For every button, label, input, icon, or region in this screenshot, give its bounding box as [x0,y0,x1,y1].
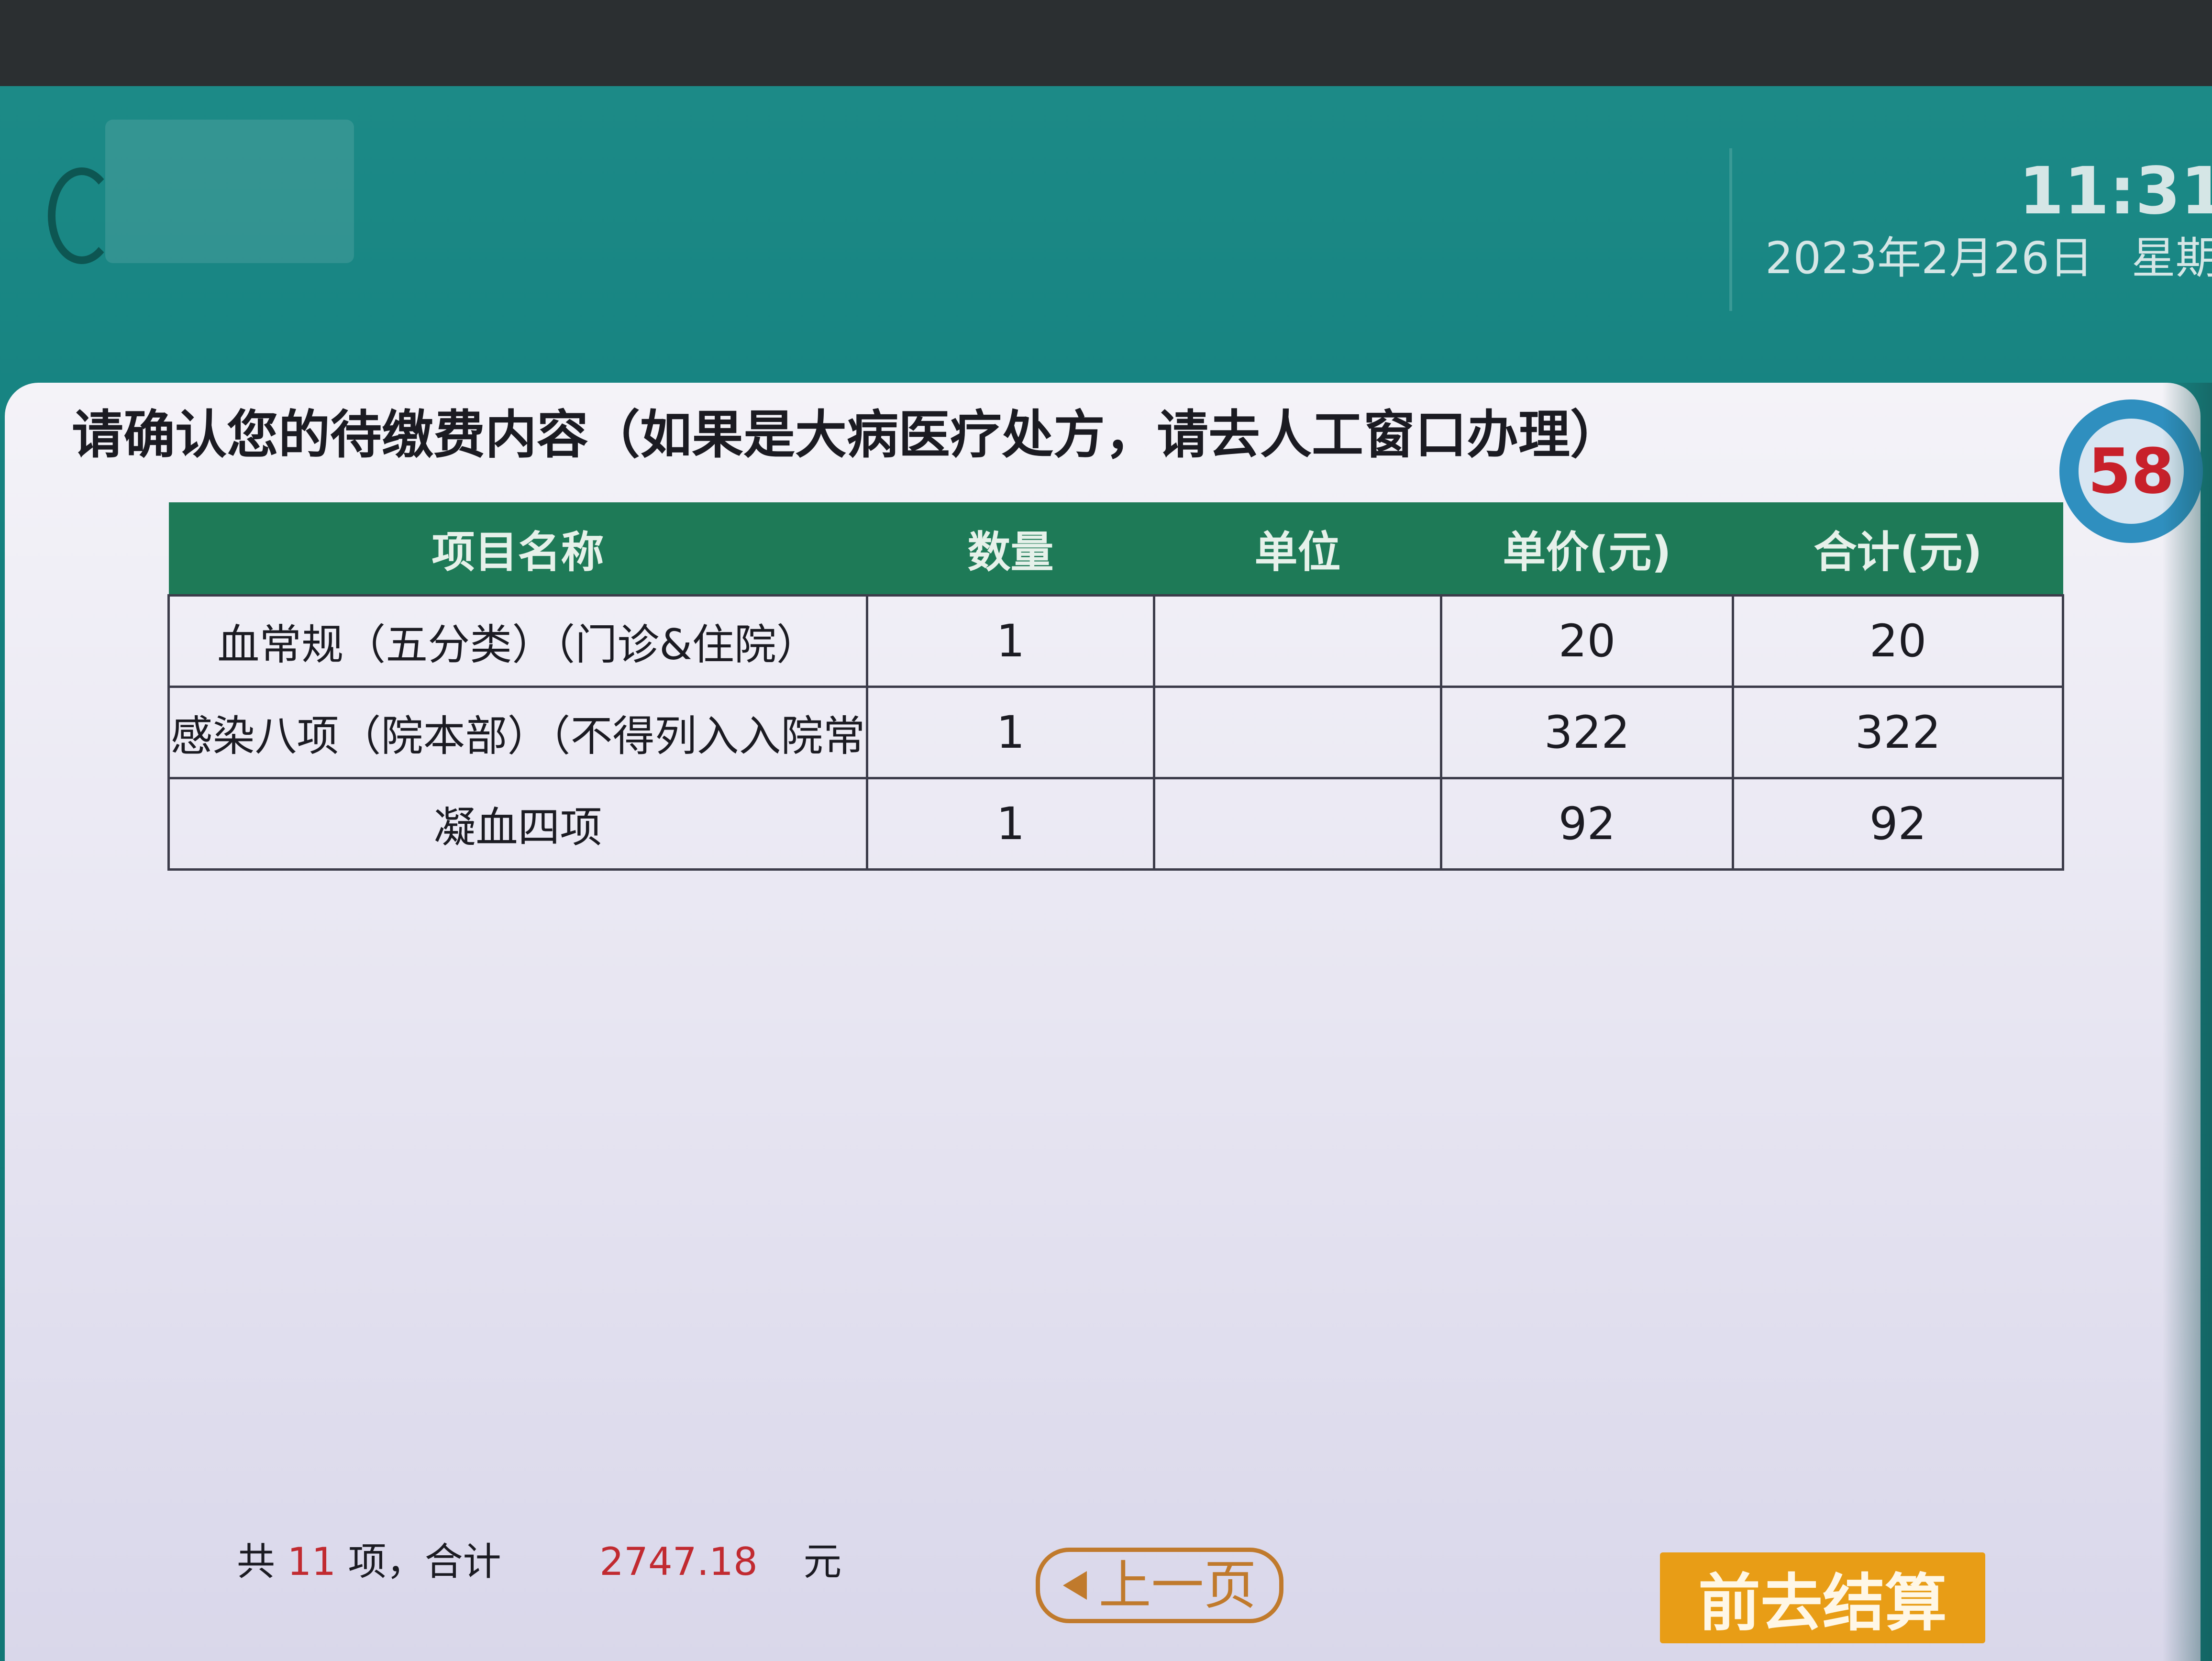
clock-time: 11:31:0 [2019,154,2212,229]
table-header-row: 项目名称 数量 单位 单价(元) 合计(元) [168,502,2063,596]
checkout-button[interactable]: 前去结算 [1660,1552,1985,1643]
arrow-left-icon [1062,1571,1087,1600]
clock-date: 2023年2月26日 星期 [1765,230,2212,287]
cell-subtotal: 92 [1732,777,2064,871]
col-header-subtotal: 合计(元) [1733,502,2063,596]
cell-quantity: 1 [866,594,1155,688]
cell-subtotal: 322 [1732,686,2064,779]
col-header-quantity: 数量 [867,502,1154,596]
cell-quantity: 1 [866,777,1155,871]
cell-unit-price: 20 [1440,594,1734,688]
table-row[interactable]: 凝血四项 1 92 92 [167,777,2064,871]
cell-item-name: 血常规（五分类）（门诊&住院） [167,594,868,688]
col-header-unit: 单位 [1154,502,1441,596]
cell-unit-price: 322 [1440,686,1734,779]
checkout-label: 前去结算 [1698,1567,1947,1639]
table-row[interactable]: 感染八项（院本部）（不得列入入院常 1 322 322 [167,686,2064,779]
col-header-unit-price: 单价(元) [1441,502,1733,596]
fee-table: 项目名称 数量 单位 单价(元) 合计(元) 血常规（五分类）（门诊&住院） 1… [167,502,2064,871]
header-divider [1729,148,1732,311]
cell-quantity: 1 [866,686,1155,779]
total-amount: 2747.18 [599,1539,758,1584]
table-row[interactable]: 血常规（五分类）（门诊&住院） 1 20 20 [167,594,2064,688]
cell-unit [1153,777,1442,871]
cell-item-name: 感染八项（院本部）（不得列入入院常 [167,686,868,779]
monitor-bezel [0,0,2212,96]
date-text: 2023年2月26日 [1765,233,2093,284]
item-count: 11 [287,1539,336,1584]
currency-label: 元 [803,1539,842,1584]
cell-unit [1153,594,1442,688]
page-title: 请确认您的待缴费内容（如果是大病医疗处方，请去人工窗口办理） [72,405,1622,465]
hospital-name-blurred [105,120,354,263]
prev-page-label: 上一页 [1098,1555,1257,1616]
cell-item-name: 凝血四项 [167,777,868,871]
screen-edge-shadow [2162,383,2212,1661]
weekday-text: 星期 [2131,233,2212,284]
summary-prefix: 共 [237,1539,275,1584]
cell-subtotal: 20 [1732,594,2064,688]
col-header-item-name: 项目名称 [168,502,867,596]
prev-page-button[interactable]: 上一页 [1036,1548,1283,1623]
cell-unit-price: 92 [1440,777,1734,871]
summary-suffix: 项，合计 [348,1539,501,1584]
order-summary: 共 11 项，合计 2747.18 元 [237,1531,907,1593]
cell-unit [1153,686,1442,779]
